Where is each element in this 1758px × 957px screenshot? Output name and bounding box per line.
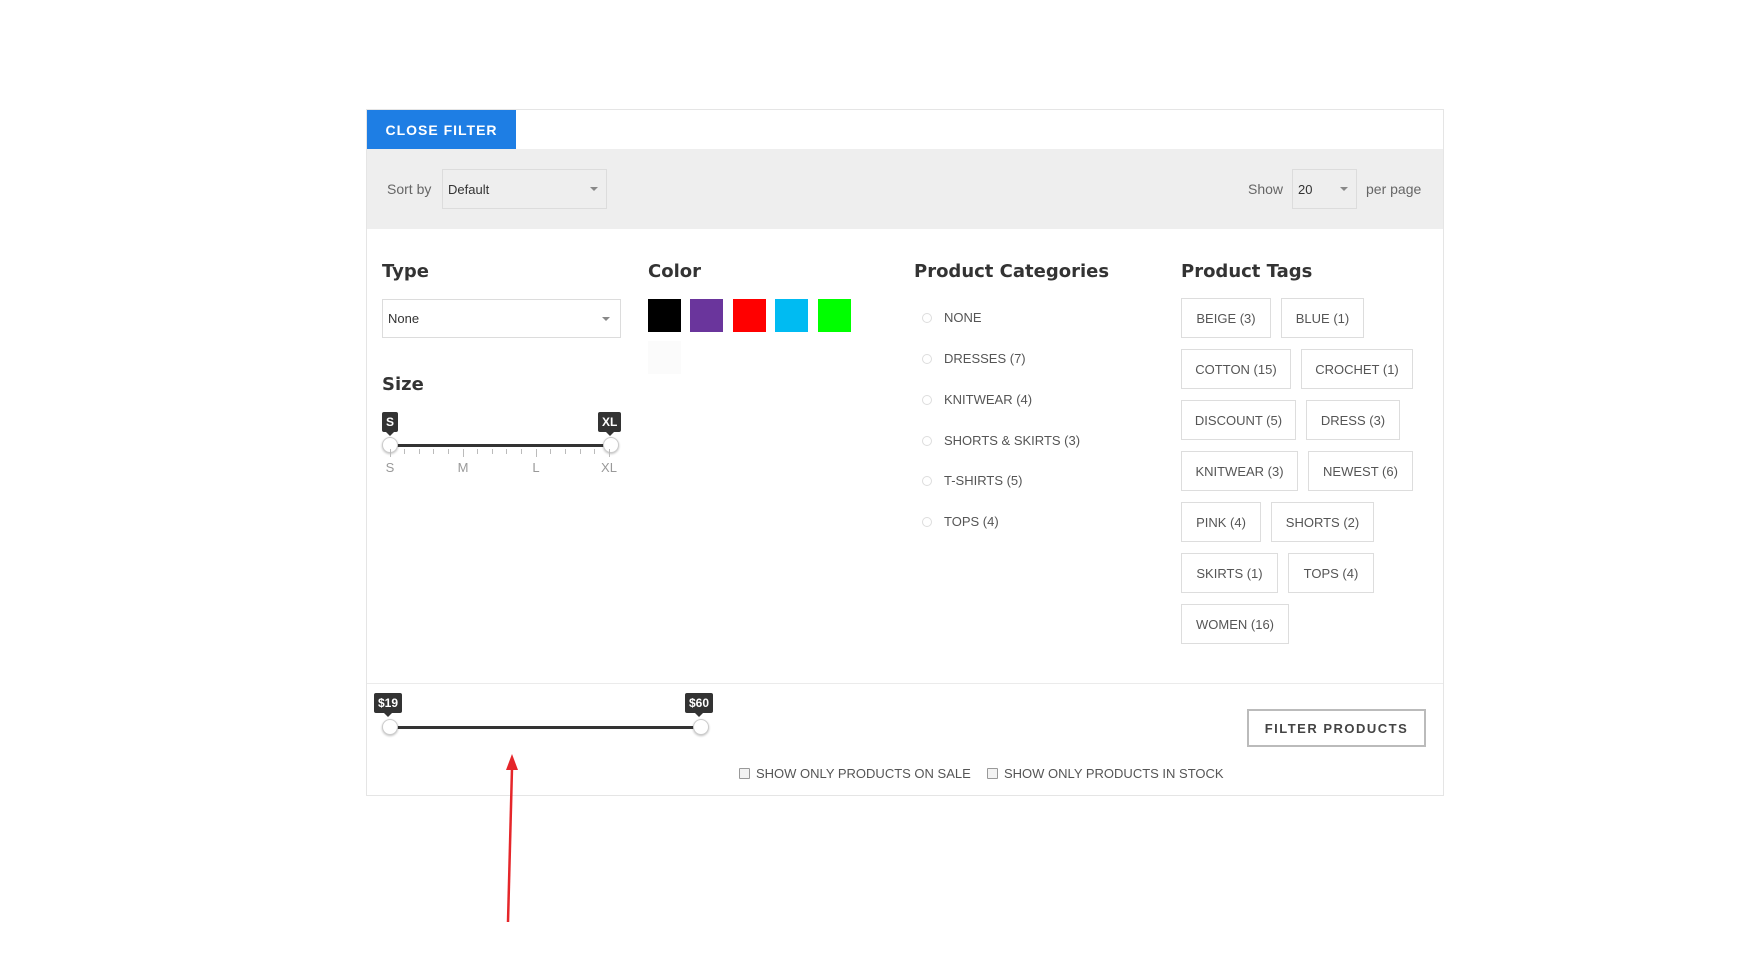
annotation-arrow-head (506, 754, 518, 770)
annotation-arrow-line (506, 767, 514, 923)
annotation-arrow (506, 754, 518, 923)
